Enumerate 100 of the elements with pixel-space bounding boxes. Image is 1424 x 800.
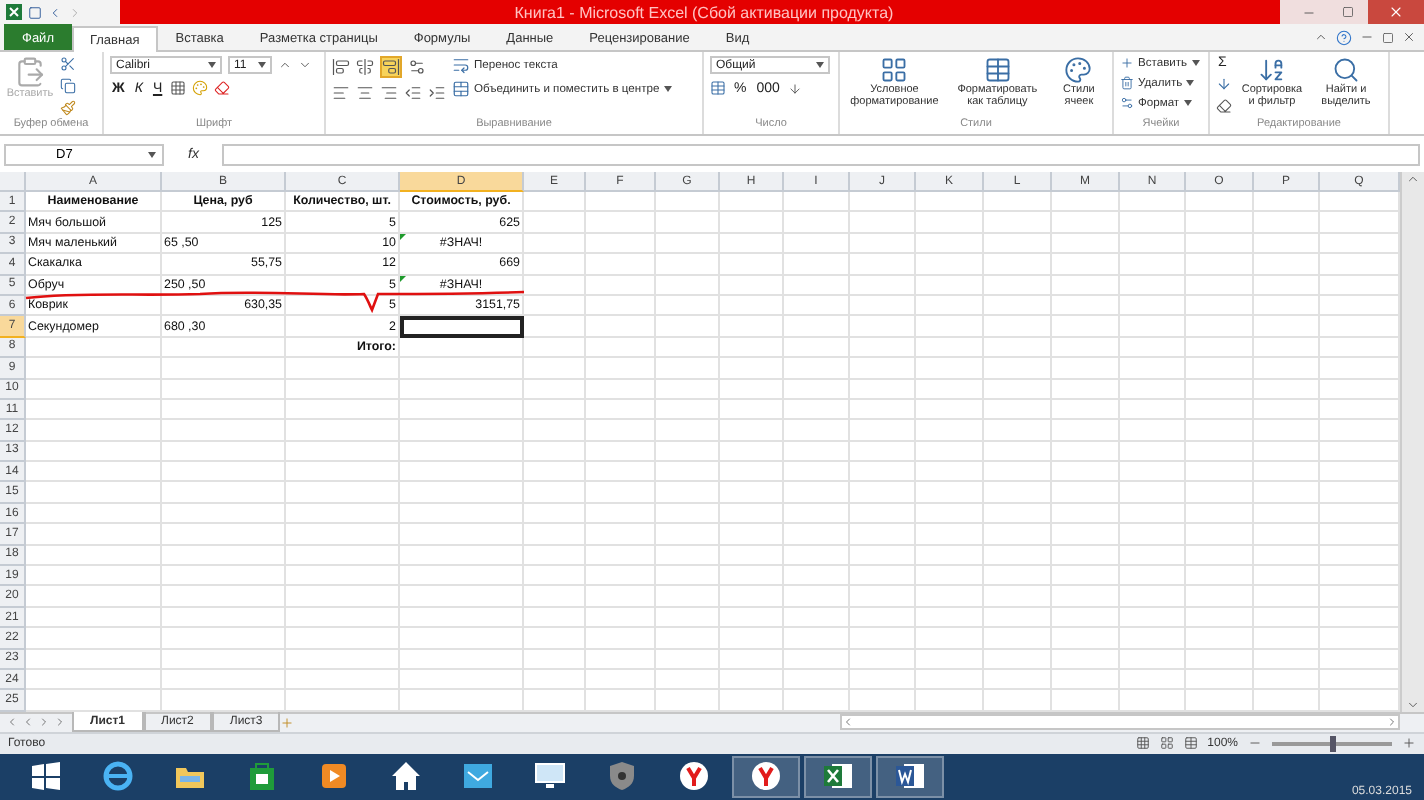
table-cell[interactable] [916,545,984,567]
table-cell[interactable] [1186,316,1254,338]
table-cell[interactable] [162,586,286,608]
table-cell[interactable] [916,462,984,483]
table-cell[interactable] [720,295,784,317]
table-cell[interactable] [26,649,162,670]
table-cell[interactable] [720,503,784,525]
table-cell[interactable] [984,295,1052,317]
table-cell[interactable] [586,524,656,546]
table-cell[interactable] [1186,545,1254,567]
table-cell[interactable] [1120,337,1186,359]
table-cell[interactable] [1186,482,1254,504]
table-cell[interactable] [850,212,916,234]
restore-icon[interactable] [1342,6,1354,18]
table-cell[interactable] [1052,254,1120,276]
help-icon[interactable] [1336,29,1352,45]
table-cell[interactable] [286,379,400,400]
table-cell[interactable] [1186,192,1254,213]
table-cell[interactable] [1120,192,1186,213]
new-sheet-icon[interactable] [280,715,295,730]
table-cell[interactable] [586,337,656,359]
table-cell[interactable] [162,358,286,380]
align-left-icon[interactable] [332,84,350,102]
table-cell[interactable] [26,545,162,567]
table-cell[interactable] [524,462,586,483]
table-cell[interactable] [524,295,586,317]
table-cell[interactable] [720,649,784,670]
table-cell[interactable] [162,337,286,359]
cut-icon[interactable] [60,56,76,72]
table-cell[interactable] [586,212,656,234]
table-cell[interactable] [26,358,162,380]
table-cell[interactable] [1254,212,1320,234]
table-cell[interactable] [586,379,656,400]
table-cell[interactable] [1052,669,1120,691]
table-cell[interactable] [656,545,720,567]
table-cell[interactable] [720,358,784,380]
zoom-slider-thumb[interactable] [1329,735,1335,752]
table-cell[interactable] [286,462,400,483]
table-cell[interactable] [586,399,656,421]
table-cell[interactable] [162,649,286,670]
table-cell[interactable] [784,462,850,483]
table-cell[interactable] [524,254,586,276]
table-cell[interactable] [524,192,586,213]
table-cell[interactable] [656,254,720,276]
close-icon[interactable] [1402,30,1416,44]
table-cell[interactable] [524,482,586,504]
table-cell[interactable] [1052,607,1120,629]
table-cell[interactable] [720,254,784,276]
table-cell[interactable] [984,192,1052,213]
table-cell[interactable] [1052,295,1120,317]
table-cell[interactable] [26,503,162,525]
table-cell[interactable] [400,358,524,380]
search-icon[interactable] [1332,56,1360,84]
zoom-slider[interactable] [1272,741,1392,746]
table-cell[interactable] [586,545,656,567]
table-cell[interactable] [916,399,984,421]
table-cell[interactable] [850,462,916,483]
table-cell[interactable] [656,566,720,587]
table-cell[interactable] [1052,212,1120,234]
table-cell[interactable] [1254,628,1320,650]
prev-sheet-icon[interactable] [22,716,34,729]
table-cell[interactable] [916,212,984,234]
table-cell[interactable] [586,441,656,463]
table-cell[interactable] [984,337,1052,359]
table-cell[interactable] [524,399,586,421]
table-cell[interactable] [850,275,916,296]
table-cell[interactable] [850,607,916,629]
table-cell[interactable] [850,669,916,691]
table-cell[interactable] [916,503,984,525]
table-cell[interactable] [524,316,586,338]
table-cell[interactable] [1186,628,1254,650]
table-cell[interactable] [656,275,720,296]
table-cell[interactable] [524,649,586,670]
table-cell[interactable] [656,233,720,255]
table-cell[interactable] [656,337,720,359]
table-cell[interactable] [1052,233,1120,255]
table-cell[interactable] [586,192,656,213]
table-cell[interactable] [586,462,656,483]
table-cell[interactable] [586,275,656,296]
spreadsheet-app-icon[interactable] [822,760,854,793]
table-cell[interactable] [1254,192,1320,213]
table-cell[interactable] [400,649,524,670]
table-cell[interactable] [916,358,984,380]
table-cell[interactable] [850,420,916,442]
table-cell[interactable] [162,420,286,442]
table-cell[interactable] [656,316,720,338]
table-cell[interactable] [524,233,586,255]
table-cell[interactable] [1120,482,1186,504]
browser-y-icon[interactable] [750,760,782,793]
table-cell[interactable] [850,441,916,463]
table-cell[interactable] [984,649,1052,670]
table-cell[interactable] [784,295,850,317]
copy-icon[interactable] [60,78,76,94]
table-cell[interactable] [1186,233,1254,255]
table-cell[interactable] [784,669,850,691]
table-cell[interactable] [26,420,162,442]
table-cell[interactable] [1254,295,1320,317]
table-cell[interactable] [784,358,850,380]
table-cell[interactable] [850,399,916,421]
plus-icon[interactable] [1120,56,1134,70]
